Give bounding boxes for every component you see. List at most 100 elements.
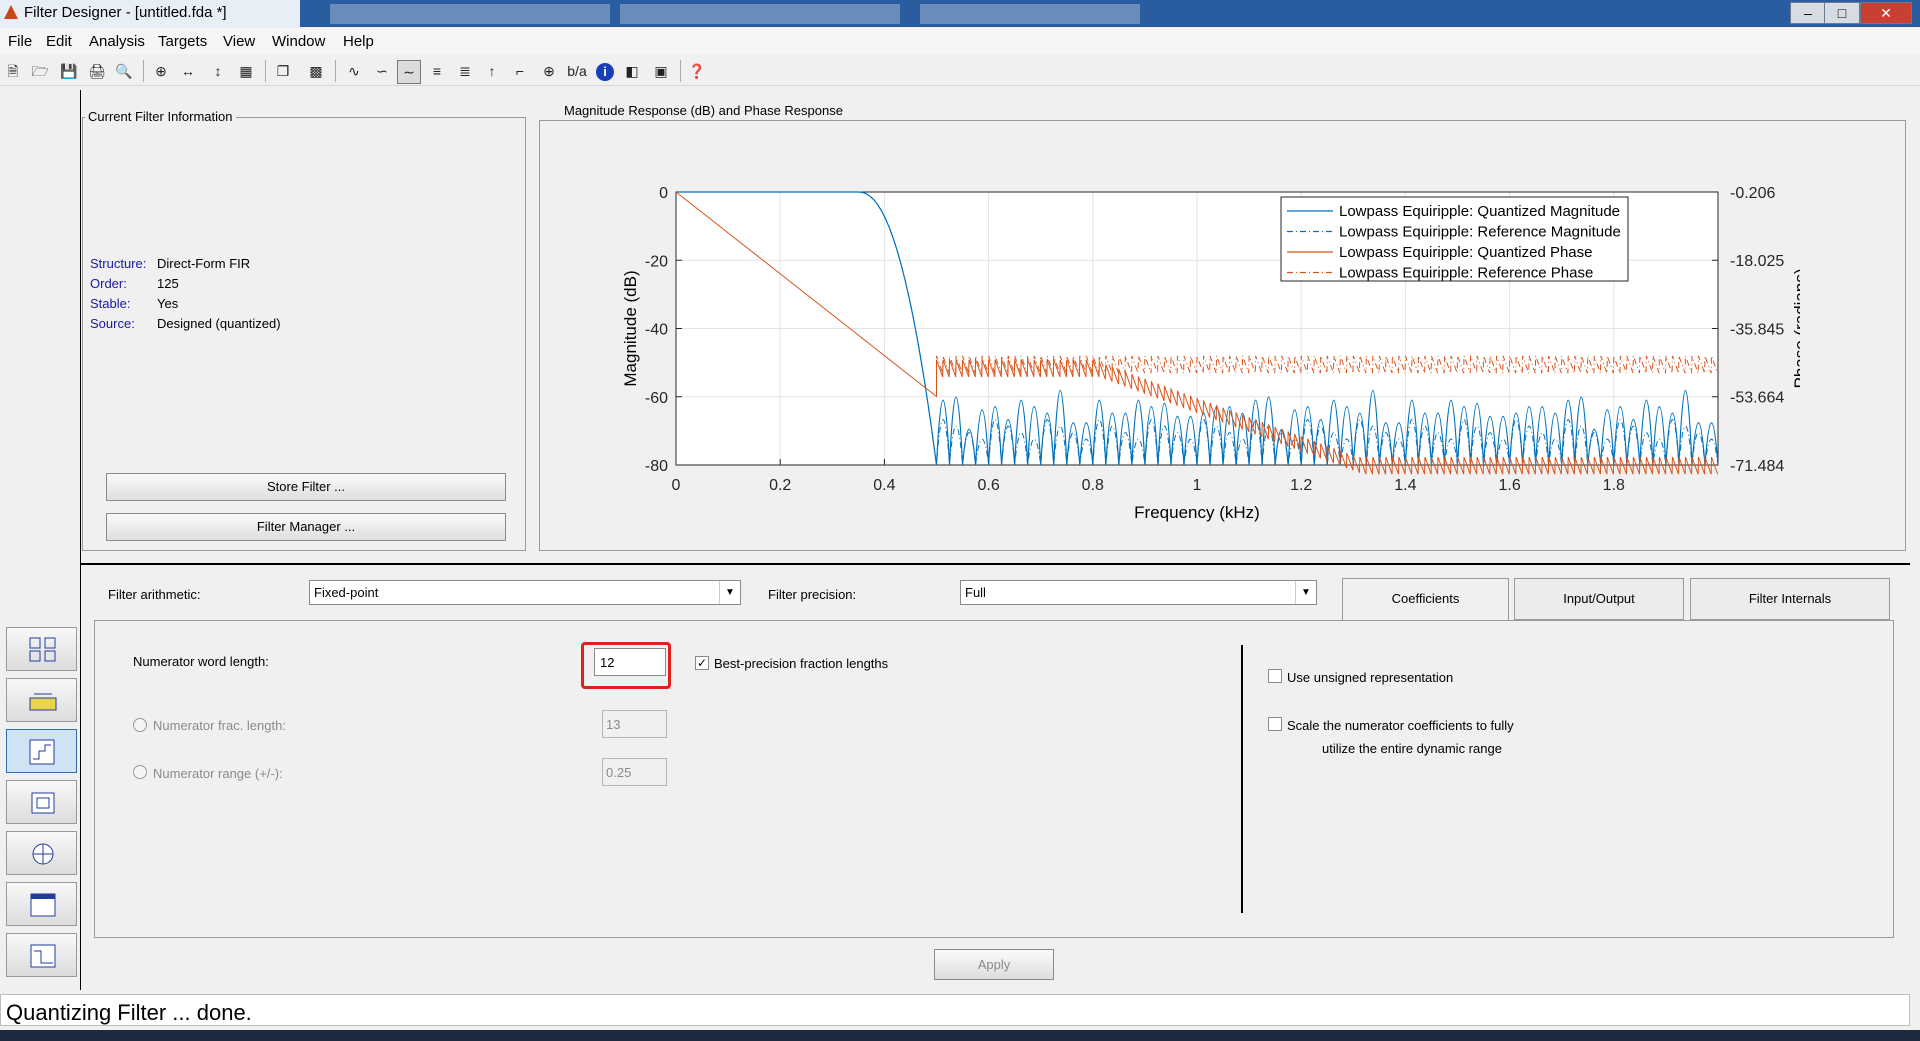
step-response-icon[interactable]: ⌐	[509, 60, 531, 82]
background-tab[interactable]	[620, 4, 900, 24]
menu-edit[interactable]: Edit	[46, 33, 72, 50]
close-button[interactable]: ✕	[1860, 2, 1912, 24]
tab-filter-internals[interactable]: Filter Internals	[1690, 578, 1890, 620]
impulse-response-icon[interactable]: ↑	[481, 60, 503, 82]
x-tick-label: 1	[1193, 477, 1202, 494]
zoom-in-icon[interactable]: ⊕	[150, 60, 172, 82]
numerator-range-value: 0.25	[606, 765, 632, 780]
phase-response-icon[interactable]: ∽	[371, 60, 393, 82]
x-tick-label: 0.2	[769, 477, 791, 494]
plot-heading: Magnitude Response (dB) and Phase Respon…	[561, 103, 846, 118]
zoom-y-icon[interactable]: ↕	[207, 60, 229, 82]
print-icon[interactable]: 🖨	[86, 60, 108, 82]
group-delay-icon[interactable]: ≡	[426, 60, 448, 82]
save-icon[interactable]: 💾	[58, 60, 80, 82]
filter-arithmetic-value: Fixed-point	[314, 585, 379, 600]
numerator-frac-input[interactable]: 13	[602, 710, 667, 738]
numerator-range-input[interactable]: 0.25	[602, 758, 667, 786]
scale-label-line1: Scale the numerator coefficients to full…	[1287, 718, 1514, 733]
set-quantization-button[interactable]	[6, 729, 77, 773]
filter-manager-button[interactable]: Filter Manager ...	[106, 513, 506, 541]
pole-zero-icon[interactable]: ⊕	[538, 60, 560, 82]
background-tab[interactable]	[330, 4, 610, 24]
numerator-frac-radio[interactable]	[133, 718, 147, 732]
menu-window[interactable]: Window	[272, 33, 325, 50]
magnitude-phase-icon[interactable]: ∼	[397, 60, 421, 84]
chevron-down-icon[interactable]: ▼	[719, 581, 740, 604]
source-value: Designed (quantized)	[157, 316, 281, 331]
scale-checkbox[interactable]	[1268, 717, 1282, 731]
legend[interactable]: Lowpass Equiripple: Quantized Magnitude L…	[1280, 196, 1629, 282]
legend-icon[interactable]: ▩	[305, 60, 327, 82]
print-preview-icon[interactable]: 🔍	[113, 60, 135, 82]
x-tick-labels: 0 0.2 0.4 0.6 0.8 1 1.2 1.4 1.6 1.8	[672, 477, 1625, 494]
toolbar-separator	[143, 60, 144, 82]
new-file-icon[interactable]: 🗎	[2, 60, 24, 82]
current-filter-info-heading: Current Filter Information	[85, 109, 236, 124]
phase-delay-icon[interactable]: ≣	[454, 60, 476, 82]
best-precision-checkbox[interactable]: ✓	[695, 656, 709, 670]
magnitude-phase-chart[interactable]: 0 0.2 0.4 0.6 0.8 1 1.2 1.4 1.6 1.8 0 -20 -40 -60 -80…	[600, 170, 1800, 540]
open-folder-icon[interactable]: 🗁	[29, 60, 51, 82]
toolbar-separator	[265, 60, 266, 82]
realize-model-button[interactable]	[6, 780, 77, 824]
filter-precision-label: Filter precision:	[768, 587, 857, 602]
taskbar	[0, 1030, 1920, 1041]
numerator-range-radio[interactable]	[133, 765, 147, 779]
filter-arithmetic-select[interactable]: Fixed-point ▼	[309, 580, 741, 605]
magnitude-estimate-icon[interactable]: ◧	[621, 60, 643, 82]
transform-filter-button[interactable]	[6, 678, 77, 722]
new-window-icon[interactable]: ❐	[272, 60, 294, 82]
design-filter-button[interactable]	[6, 933, 77, 977]
window-title: Filter Designer - [untitled.fda *]	[24, 4, 227, 21]
menu-help[interactable]: Help	[343, 33, 374, 50]
source-label: Source:	[90, 316, 135, 331]
zoom-x-icon[interactable]: ↔	[177, 60, 199, 82]
design-filter-icon	[30, 944, 56, 968]
y2-tick-label: -53.664	[1730, 390, 1784, 407]
menu-bar: File Edit Analysis Targets View Window H…	[0, 28, 1920, 54]
menu-file[interactable]: File	[8, 33, 32, 50]
magnitude-response-icon[interactable]: ∿	[343, 60, 365, 82]
round-off-noise-icon[interactable]: ▣	[650, 60, 672, 82]
stable-label: Stable:	[90, 296, 131, 311]
y2-tick-label: -71.484	[1730, 458, 1784, 475]
maximize-button[interactable]: □	[1824, 2, 1860, 24]
x-tick-label: 1.2	[1290, 477, 1312, 494]
y2-tick-labels: -0.206 -18.025 -35.845 -53.664 -71.484	[1730, 185, 1784, 475]
y-tick-label: -80	[645, 458, 668, 475]
import-filter-button[interactable]	[6, 882, 77, 926]
full-view-icon[interactable]: ▦	[235, 60, 257, 82]
numerator-word-length-input[interactable]: 12	[594, 648, 666, 676]
y-tick-label: -40	[645, 322, 668, 339]
whats-this-help-icon[interactable]: ❓	[686, 60, 708, 82]
legend-entry: Lowpass Equiripple: Quantized Phase	[1339, 244, 1593, 261]
y2-tick-label: -18.025	[1730, 253, 1784, 270]
store-filter-button[interactable]: Store Filter ...	[106, 473, 506, 501]
background-tab[interactable]	[920, 4, 1140, 24]
chevron-down-icon[interactable]: ▼	[1295, 581, 1316, 604]
tab-coefficients[interactable]: Coefficients	[1342, 578, 1509, 621]
coefficients-icon[interactable]: b/a	[566, 60, 588, 82]
numerator-word-length-value: 12	[600, 655, 615, 670]
menu-targets[interactable]: Targets	[158, 33, 207, 50]
unsigned-checkbox[interactable]	[1268, 669, 1282, 683]
status-text: Quantizing Filter ... done.	[6, 1000, 252, 1025]
import-icon	[30, 893, 56, 917]
tab-input-output[interactable]: Input/Output	[1514, 578, 1684, 620]
menu-analysis[interactable]: Analysis	[89, 33, 145, 50]
y-tick-labels: 0 -20 -40 -60 -80	[645, 185, 668, 475]
quantization-icon	[29, 739, 55, 765]
create-multirate-button[interactable]	[6, 627, 77, 671]
menu-view[interactable]: View	[223, 33, 255, 50]
filter-info-icon[interactable]: i	[594, 60, 616, 82]
apply-button[interactable]: Apply	[934, 949, 1054, 980]
pole-zero-editor-button[interactable]	[6, 831, 77, 875]
scale-label-line2: utilize the entire dynamic range	[1322, 741, 1502, 756]
unsigned-label: Use unsigned representation	[1287, 670, 1454, 685]
y2-tick-label: -35.845	[1730, 322, 1784, 339]
minimize-button[interactable]: –	[1790, 2, 1826, 24]
filter-precision-value: Full	[965, 585, 986, 600]
filter-arithmetic-label: Filter arithmetic:	[108, 587, 201, 602]
filter-precision-select[interactable]: Full ▼	[960, 580, 1317, 605]
